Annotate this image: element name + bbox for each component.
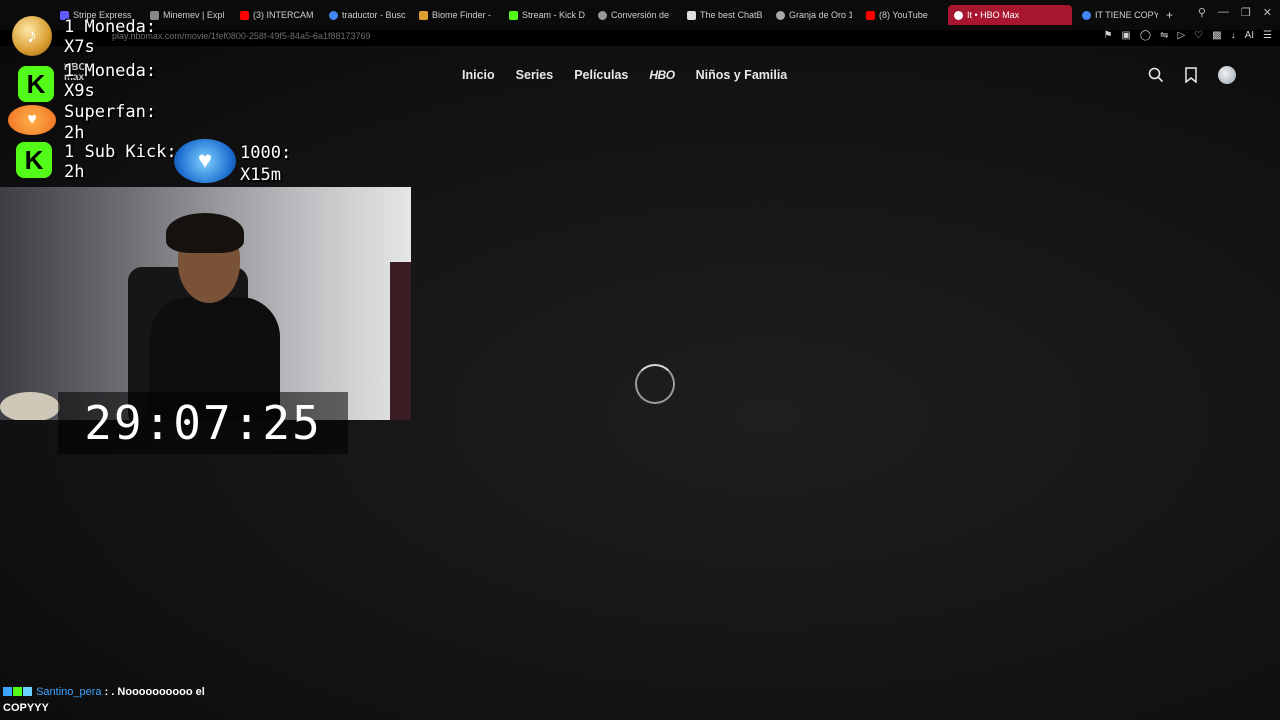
extension-icon[interactable]: ▩ (1212, 30, 1221, 41)
window-controls: ⚲ — ❐ ✕ (1198, 6, 1272, 19)
shield-icon[interactable]: ◯ (1140, 30, 1151, 41)
browser-tab-active[interactable]: It • HBO Max (948, 5, 1072, 25)
restore-icon[interactable]: ❐ (1241, 6, 1251, 19)
browser-tab-bar: Stripe Express Minemev | Expl (3) INTERC… (0, 0, 1280, 30)
browser-tab[interactable]: Minemev | Expl (150, 7, 228, 23)
tab-favicon (240, 10, 249, 20)
menu-icon[interactable]: ☰ (1263, 30, 1272, 41)
chat-badge-icon (13, 687, 22, 696)
alert-label: 1000: (240, 143, 292, 163)
tab-favicon (866, 10, 875, 20)
nav-item-hbo[interactable]: HBO (649, 68, 675, 82)
coin-icon: ♪ (12, 16, 52, 56)
alert-label: 1 Moneda: (64, 61, 157, 81)
chat-badge-icon (3, 687, 12, 696)
alert-label: Superfan: (64, 102, 157, 122)
webcam-feed (0, 187, 411, 420)
nav-item-ninos-familia[interactable]: Niños y Familia (696, 68, 788, 82)
tab-favicon (776, 10, 785, 20)
browser-tab[interactable]: IT TIENE COPY (1082, 7, 1158, 23)
browser-tab[interactable]: (3) INTERCAM (240, 7, 316, 23)
tab-title: Minemev | Expl (163, 10, 225, 20)
streamer-hair (166, 213, 244, 253)
browser-tab[interactable]: Stream - Kick D (509, 7, 585, 23)
alert-value: X7s (64, 37, 95, 57)
tab-title: Granja de Oro 1 (789, 10, 852, 20)
search-tabs-icon[interactable]: ⚲ (1198, 6, 1206, 19)
play-icon[interactable]: ▷ (1177, 30, 1185, 41)
ai-icon[interactable]: AI (1245, 30, 1254, 41)
tab-favicon (687, 10, 696, 20)
download-icon[interactable]: ↓ (1231, 30, 1236, 41)
alert-value: 2h (64, 162, 85, 182)
toolbar-icons: ⚑ ▣ ◯ ⇋ ▷ ♡ ▩ ↓ AI ☰ (1103, 30, 1272, 41)
search-icon[interactable] (1148, 67, 1164, 83)
superfan-heart-icon: ♥ (8, 105, 56, 135)
new-tab-button[interactable]: + (1166, 7, 1173, 23)
tab-favicon (329, 10, 338, 20)
tab-title: The best ChatB (700, 10, 763, 20)
browser-tab[interactable]: Granja de Oro 1 (776, 7, 852, 23)
minimize-icon[interactable]: — (1218, 6, 1229, 19)
tab-favicon (1082, 10, 1091, 20)
profile-avatar[interactable] (1218, 66, 1236, 84)
screenshot-icon[interactable]: ▣ (1121, 30, 1130, 41)
browser-tab[interactable]: (8) YouTube (866, 7, 942, 23)
bookmark-icon[interactable]: ⚑ (1103, 30, 1112, 41)
tab-title: Conversión de (611, 10, 670, 20)
tab-title: traductor - Busc (342, 10, 405, 20)
browser-tab[interactable]: Biome Finder - (419, 7, 495, 23)
chat-message: . Noooooooooo el (111, 686, 205, 698)
browser-tab[interactable]: The best ChatB (687, 7, 763, 23)
tab-favicon (509, 10, 518, 20)
drum-cymbal (0, 392, 60, 420)
alert-value: X15m (240, 165, 281, 185)
loading-spinner (635, 364, 675, 404)
bookmark-icon[interactable] (1184, 67, 1198, 83)
kick-icon: K (16, 142, 52, 178)
alert-label: 1 Moneda: (64, 17, 157, 37)
tab-favicon (598, 10, 607, 20)
kick-icon: K (18, 66, 54, 102)
tab-title: (3) INTERCAM (253, 10, 314, 20)
tab-title: (8) YouTube (879, 10, 928, 20)
tab-title: IT TIENE COPY (1095, 10, 1158, 20)
timer-value: 29:07:25 (84, 396, 322, 450)
chat-message-cont: COPYYY (3, 702, 49, 714)
tab-favicon (954, 10, 963, 20)
tab-favicon (419, 10, 428, 20)
translate-icon[interactable]: ⇋ (1160, 30, 1168, 41)
chat-overlay: Santino_pera : . Noooooooooo el COPYYY (3, 684, 403, 716)
handshake-icon: ♥ (174, 139, 236, 183)
alert-label: 1 Sub Kick: (64, 142, 177, 162)
tab-title: Biome Finder - (432, 10, 492, 20)
alert-value: 2h (64, 123, 85, 143)
shelf (390, 262, 411, 420)
nav-item-inicio[interactable]: Inicio (462, 68, 495, 82)
stream-timer: 29:07:25 (58, 392, 348, 454)
nav-item-series[interactable]: Series (516, 68, 554, 82)
chat-separator: : (101, 686, 112, 698)
tab-title: Stream - Kick D (522, 10, 585, 20)
browser-tab[interactable]: Conversión de (598, 7, 674, 23)
close-icon[interactable]: ✕ (1263, 6, 1272, 19)
browser-tab[interactable]: traductor - Busc (329, 7, 405, 23)
heart-icon[interactable]: ♡ (1194, 30, 1203, 41)
chat-username: Santino_pera (36, 686, 102, 698)
chat-badge-icon (23, 687, 32, 696)
nav-item-peliculas[interactable]: Películas (574, 68, 628, 82)
alert-value: X9s (64, 81, 95, 101)
tab-title: It • HBO Max (967, 10, 1020, 20)
nav-actions (1148, 66, 1236, 84)
main-nav: Inicio Series Películas HBO Niños y Fami… (462, 68, 787, 82)
